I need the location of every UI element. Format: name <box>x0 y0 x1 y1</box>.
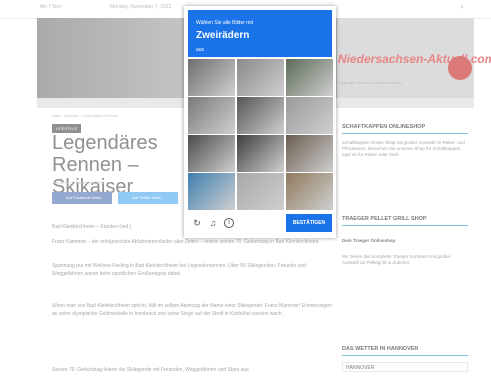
blue-bus-tile[interactable] <box>188 173 235 210</box>
pavement-tile[interactable] <box>237 173 284 210</box>
captcha-instruction-end: aus <box>196 47 205 53</box>
reload-icon[interactable]: ↻ <box>192 218 202 228</box>
captcha-instruction-header: Wählen Sie alle Bilder mit Zweirädern au… <box>188 10 332 57</box>
captcha-target-object: Zweirädern <box>196 30 250 41</box>
audio-challenge-icon[interactable]: ♫ <box>208 218 218 228</box>
shop-front-tile[interactable] <box>188 135 235 172</box>
motorcycle-rider-tile[interactable] <box>286 135 333 172</box>
info-icon[interactable]: i <box>224 218 234 228</box>
car-street-tile[interactable] <box>188 97 235 134</box>
captcha-dialog: Wählen Sie alle Bilder mit Zweirädern au… <box>184 6 336 238</box>
parked-cars-tile[interactable] <box>237 97 284 134</box>
cyclist-tile[interactable] <box>286 173 333 210</box>
road-tile[interactable] <box>286 97 333 134</box>
building-tile[interactable] <box>237 59 284 96</box>
captcha-footer: ↻ ♫ i BESTÄTIGEN <box>188 212 332 234</box>
captcha-instruction-line: Wählen Sie alle Bilder mit <box>196 20 253 26</box>
verify-button[interactable]: BESTÄTIGEN <box>286 214 332 232</box>
street-scene-tile[interactable] <box>188 59 235 96</box>
graffiti-tile[interactable] <box>237 135 284 172</box>
tree-street-tile[interactable] <box>286 59 333 96</box>
